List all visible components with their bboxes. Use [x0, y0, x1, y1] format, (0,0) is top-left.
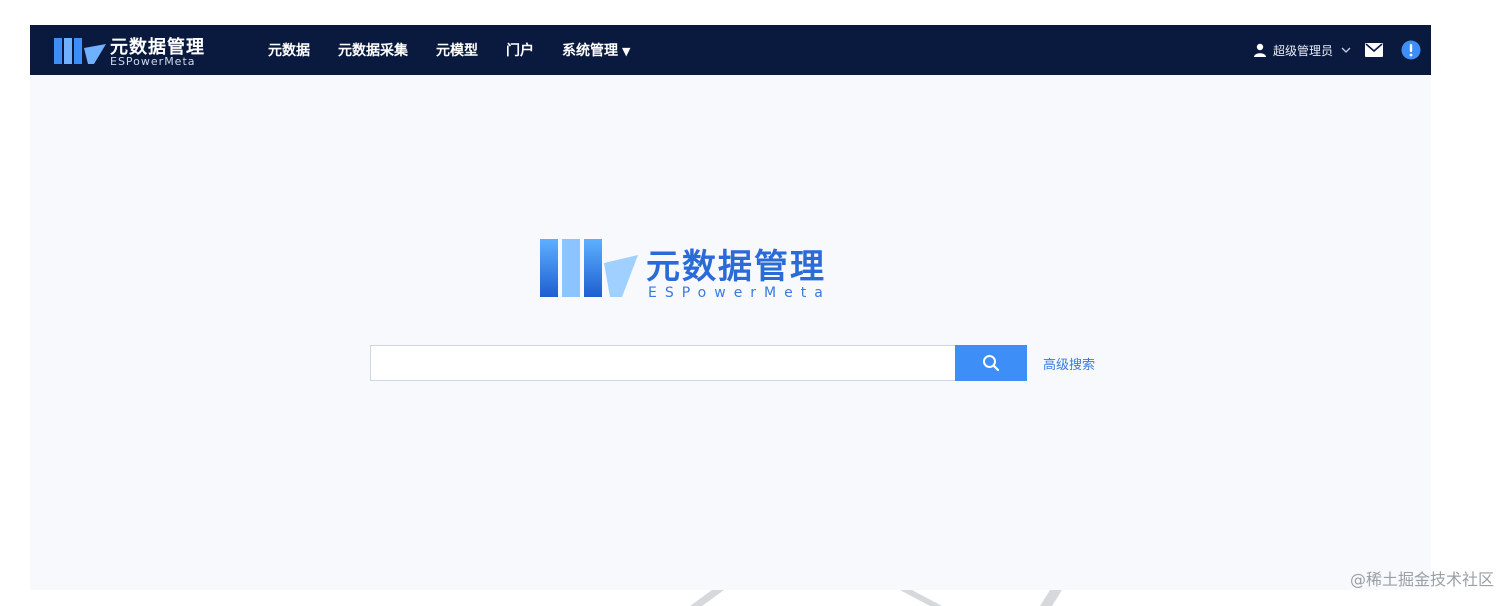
logo-mark-icon [54, 38, 106, 64]
caret-down-icon: ▼ [622, 45, 631, 58]
user-menu[interactable]: 超级管理员 [1253, 42, 1351, 59]
notification-button[interactable] [1401, 40, 1421, 60]
mail-button[interactable] [1365, 43, 1383, 57]
user-name: 超级管理员 [1272, 43, 1333, 58]
nav-item-system-management-label: 系统管理 [562, 43, 618, 59]
watermark: @稀土掘金技术社区 [1349, 570, 1494, 589]
search-button[interactable] [955, 345, 1027, 381]
chevron-down-icon [1341, 47, 1351, 53]
app-window: 元数据管理 ESPowerMeta 元数据 元数据采集 元模型 门户 系统管理 ▼… [30, 25, 1431, 590]
search-input[interactable] [370, 345, 955, 381]
nav-item-metamodel[interactable]: 元模型 [436, 40, 478, 60]
header-logo-subtitle: ESPowerMeta [110, 55, 196, 68]
main-logo-title: 元数据管理 [646, 247, 826, 287]
header-logo[interactable]: 元数据管理 ESPowerMeta [54, 33, 214, 69]
search-bar: 高级搜索 [370, 345, 1095, 381]
main-logo-subtitle: ESPowerMeta [648, 285, 831, 301]
main-nav: 元数据 元数据采集 元模型 门户 系统管理 ▼ [268, 25, 630, 75]
main-logo-mark-icon [540, 239, 638, 297]
user-icon [1253, 43, 1266, 57]
nav-item-system-management[interactable]: 系统管理 ▼ [562, 40, 630, 60]
nav-item-portal[interactable]: 门户 [506, 40, 534, 60]
nav-item-metadata[interactable]: 元数据 [268, 40, 310, 60]
mail-icon [1365, 43, 1383, 57]
nav-item-metadata-collection[interactable]: 元数据采集 [338, 40, 408, 60]
main-logo: 元数据管理 ESPowerMeta [538, 235, 858, 305]
decorative-shapes [690, 590, 1062, 606]
header-actions: 超级管理员 [1253, 25, 1421, 75]
top-navbar: 元数据管理 ESPowerMeta 元数据 元数据采集 元模型 门户 系统管理 ▼… [30, 25, 1431, 75]
search-icon [983, 355, 1000, 372]
advanced-search-link[interactable]: 高级搜索 [1043, 354, 1095, 373]
info-icon [1401, 40, 1421, 60]
